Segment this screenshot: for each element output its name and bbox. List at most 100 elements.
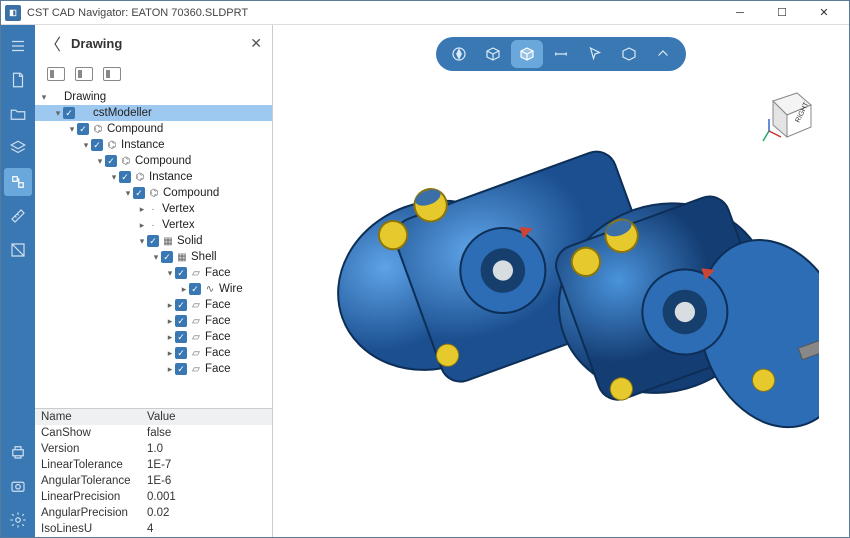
- tree-twisty-icon[interactable]: ▾: [151, 252, 161, 263]
- tree-row[interactable]: ▸·Vertex: [35, 201, 272, 217]
- tree-node-label: Compound: [107, 123, 163, 135]
- tree-twisty-icon[interactable]: ▸: [165, 364, 175, 375]
- tree-twisty-icon[interactable]: ▾: [165, 268, 175, 279]
- tree-twisty-icon[interactable]: ▾: [81, 140, 91, 151]
- panel-close-button[interactable]: ✕: [250, 35, 262, 52]
- tree-twisty-icon[interactable]: ▸: [165, 316, 175, 327]
- tree-twisty-icon[interactable]: ▾: [137, 236, 147, 247]
- tree-checkbox[interactable]: [91, 139, 103, 151]
- tree-row[interactable]: ▾⌬Instance: [35, 137, 272, 153]
- tree-row[interactable]: ▾ ▱Face: [35, 265, 272, 281]
- tree-node-icon: ▱: [190, 267, 202, 279]
- tree-checkbox[interactable]: [175, 315, 187, 327]
- tree-row[interactable]: ▾Drawing: [35, 89, 272, 105]
- menu-button[interactable]: [4, 32, 32, 60]
- maximize-button[interactable]: ☐: [761, 2, 803, 24]
- minimize-button[interactable]: ─: [719, 2, 761, 24]
- tree-checkbox[interactable]: [105, 155, 117, 167]
- tree-row[interactable]: ▸▱Face: [35, 345, 272, 361]
- collapse-toolbar-button[interactable]: [647, 40, 679, 68]
- new-file-button[interactable]: [4, 66, 32, 94]
- tree-twisty-icon[interactable]: ▸: [165, 300, 175, 311]
- viewport-3d[interactable]: RIGHT: [273, 25, 849, 537]
- tree-row[interactable]: ▾⌬Instance: [35, 169, 272, 185]
- select-tool-button[interactable]: [579, 40, 611, 68]
- tree-twisty-icon[interactable]: ▾: [95, 156, 105, 167]
- tree-row[interactable]: ▾▦Solid: [35, 233, 272, 249]
- tree-row[interactable]: ▸·Vertex: [35, 217, 272, 233]
- section-button[interactable]: [4, 236, 32, 264]
- prop-name: IsoLinesU: [35, 523, 147, 535]
- tree-node-icon: ⌬: [92, 123, 104, 135]
- tree-twisty-icon[interactable]: ▾: [67, 124, 77, 135]
- tree-node-icon: ▱: [190, 331, 202, 343]
- view-wireframe-button[interactable]: [477, 40, 509, 68]
- tree-checkbox[interactable]: [175, 267, 187, 279]
- panel-back-button[interactable]: 〈: [45, 31, 61, 55]
- tree-twisty-icon[interactable]: ▸: [165, 348, 175, 359]
- tree-checkbox[interactable]: [189, 283, 201, 295]
- tree-row[interactable]: ▸▱Face: [35, 329, 272, 345]
- measure-button[interactable]: [4, 202, 32, 230]
- panel-title: Drawing: [71, 36, 122, 51]
- tree-row[interactable]: ▾⌬Compound: [35, 185, 272, 201]
- drawing-tree-button[interactable]: [4, 168, 32, 196]
- view-iso-button[interactable]: [613, 40, 645, 68]
- tree-row[interactable]: ▸∿Wire: [35, 281, 272, 297]
- tree-row[interactable]: ▾⌬Compound: [35, 153, 272, 169]
- tree-node-icon: ⌬: [106, 139, 118, 151]
- tree-row[interactable]: ▸▱Face: [35, 297, 272, 313]
- tree-row[interactable]: ▸▱Face: [35, 313, 272, 329]
- tree-view-mode-3[interactable]: [103, 67, 121, 81]
- view-shaded-button[interactable]: [511, 40, 543, 68]
- tree-checkbox[interactable]: [175, 331, 187, 343]
- prop-row[interactable]: LinearPrecision0.001: [35, 489, 272, 505]
- tree-view-mode-1[interactable]: [47, 67, 65, 81]
- tree-checkbox[interactable]: [147, 235, 159, 247]
- tree-twisty-icon[interactable]: ▾: [53, 108, 63, 119]
- nav-compass-button[interactable]: [443, 40, 475, 68]
- prop-row[interactable]: Version1.0: [35, 441, 272, 457]
- tree-view-mode-2[interactable]: [75, 67, 93, 81]
- open-file-button[interactable]: [4, 100, 32, 128]
- tree-checkbox[interactable]: [175, 363, 187, 375]
- tree-checkbox[interactable]: [175, 347, 187, 359]
- close-button[interactable]: ✕: [803, 2, 845, 24]
- tree-node-icon: ▱: [190, 299, 202, 311]
- tree-row[interactable]: ▾▦Shell: [35, 249, 272, 265]
- tree-row[interactable]: ▸▱Face: [35, 361, 272, 377]
- tree-checkbox[interactable]: [133, 187, 145, 199]
- prop-row[interactable]: CanShowfalse: [35, 425, 272, 441]
- tree-checkbox[interactable]: [63, 107, 75, 119]
- tree-twisty-icon[interactable]: ▸: [137, 220, 147, 231]
- tree-checkbox[interactable]: [161, 251, 173, 263]
- print-button[interactable]: [4, 438, 32, 466]
- prop-row[interactable]: LinearTolerance1E-7: [35, 457, 272, 473]
- prop-name: Version: [35, 443, 147, 455]
- tree-twisty-icon[interactable]: ▸: [137, 204, 147, 215]
- prop-row[interactable]: AngularTolerance1E-6: [35, 473, 272, 489]
- tree-node-icon: ·: [147, 219, 159, 231]
- tree-twisty-icon[interactable]: ▸: [179, 284, 189, 295]
- model-tree[interactable]: ▾Drawing▾cstModeller▾⌬Compound▾⌬Instance…: [35, 87, 272, 408]
- tree-row[interactable]: ▾cstModeller: [35, 105, 272, 121]
- prop-row[interactable]: AngularPrecision0.02: [35, 505, 272, 521]
- tree-node-icon: [49, 91, 61, 103]
- tree-checkbox[interactable]: [77, 123, 89, 135]
- tree-checkbox[interactable]: [175, 299, 187, 311]
- tree-node-label: Face: [205, 267, 231, 279]
- tree-checkbox[interactable]: [119, 171, 131, 183]
- tree-twisty-icon[interactable]: ▾: [109, 172, 119, 183]
- snapshot-button[interactable]: [4, 472, 32, 500]
- window-title: CST CAD Navigator: EATON 70360.SLDPRT: [27, 7, 248, 19]
- properties-table: NameValueCanShowfalseVersion1.0LinearTol…: [35, 408, 272, 537]
- layers-button[interactable]: [4, 134, 32, 162]
- prop-row[interactable]: IsoLinesU4: [35, 521, 272, 537]
- tree-row[interactable]: ▾ ⌬Compound: [35, 121, 272, 137]
- measure-tool-button[interactable]: [545, 40, 577, 68]
- tree-twisty-icon[interactable]: ▾: [123, 188, 133, 199]
- tree-twisty-icon[interactable]: ▾: [39, 92, 49, 103]
- prop-name: CanShow: [35, 427, 147, 439]
- tree-twisty-icon[interactable]: ▸: [165, 332, 175, 343]
- settings-button[interactable]: [4, 506, 32, 534]
